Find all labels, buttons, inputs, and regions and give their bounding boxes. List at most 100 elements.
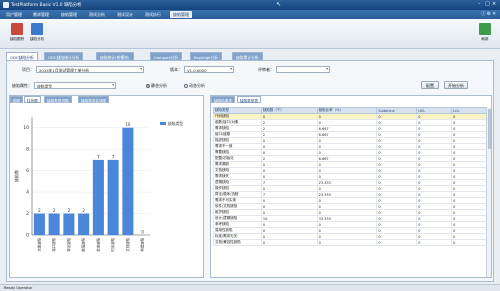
status-bar: Ready Operator [0,284,500,291]
menu-tab-test-execution[interactable]: 测试执行 [142,11,164,18]
bar [92,159,104,235]
bar-value-label: 2 [38,208,41,213]
y-tick-label: 10 [23,125,29,131]
project-label: 项目： [22,67,34,72]
chevron-down-icon: ▾ [112,83,114,87]
chevron-down-icon: ▾ [230,67,232,71]
x-tick-label: 接口缺陷 [51,237,56,251]
defect-analysis-icon [31,23,43,35]
defect-tracking-label: 缺陷跟踪 [9,37,25,41]
static-analysis-label: 静态分析 [151,83,167,88]
tab-odc-statistics[interactable]: ODC缺陷统计分析 [44,52,84,60]
tab-chart[interactable]: 图表 [10,96,24,103]
x-tick-label: 构建缺陷 [140,237,145,251]
menu-tab-requirement[interactable]: 需求管理 [30,11,52,18]
static-analysis-radio[interactable]: 静态分析 [146,83,167,89]
radio-unselected-icon [184,84,188,88]
window-title: TestPlatform Basic V1.0 缺陷分析 [11,3,82,8]
tab-odc-analysis[interactable]: ODC缺陷分析 [6,52,38,60]
legend-label: 缺陷类型 [168,121,183,126]
toolbar: 缺陷跟踪 缺陷分析 刷新 [0,19,500,49]
tab-compert[interactable]: Compert分析 [150,52,183,60]
minimize-icon[interactable]: – [478,1,481,7]
x-tick-label: 文档缺陷 [125,237,130,251]
menu-tab-user[interactable]: 用户管理 [3,11,25,18]
scrollbar-thumb[interactable] [488,109,491,149]
submitter-label: 评审者： [258,67,274,72]
tab-defect-type-pie[interactable]: 缺陷类型饼图 [44,96,72,103]
y-axis-label: 缺陷数 [13,170,19,182]
bar [63,213,75,235]
project-value: 2015年1月测试管理工单分析 [39,68,90,73]
menu-tab-defect[interactable]: 缺陷管理 [58,11,80,18]
table-cell: 0 [260,239,318,246]
tab-defect-result[interactable]: 缺陷结果表 [211,96,235,103]
bar [107,159,119,235]
defect-type-table: 缺陷类型 缺陷数（个） 缺陷比率（%） SuiteLine UCL LCL 代码… [213,107,487,246]
dynamic-analysis-radio[interactable]: 动态分析 [184,83,205,89]
bar-value-label: 2 [82,208,85,213]
table-cell: 0 [416,239,453,246]
defect-analysis-label: 缺陷分析 [29,37,45,41]
x-tick-label: 赋值缺陷 [81,237,86,251]
tab-module-statistics[interactable]: 缺陷统计(按模块) [96,52,134,60]
tab-defect-type-table[interactable]: 缺陷类型表 [237,96,261,103]
table-cell: 0 [316,239,378,246]
x-tick-label: 检查缺陷 [95,237,100,251]
start-analysis-button[interactable]: 开始分析 [444,81,468,89]
bar-value-label: 7 [97,154,100,159]
refresh-button[interactable]: 刷新 [474,22,496,46]
defect-analysis-button[interactable]: 缺陷分析 [26,22,48,46]
config-button[interactable]: 配置 [421,81,439,89]
window-help-icons[interactable]: ⓘ ⚙ ✕ [481,11,496,17]
mouse-cursor-icon: ↖ [276,1,282,8]
bar [48,213,60,235]
project-select[interactable]: 2015年1月测试管理工单分析 ▾ [36,66,144,73]
x-tick-label: 时序缺陷 [110,237,115,251]
bar-value-label: 7 [112,154,115,159]
refresh-icon [479,23,491,35]
app-icon [3,2,9,8]
bar [78,213,90,235]
tab-bar-chart[interactable]: 柱状图 [24,96,41,103]
chevron-down-icon: ▾ [140,67,142,71]
menu-tab-test-analysis[interactable]: 测试分析 [86,11,108,18]
defect-attribute-select[interactable]: 缺陷类型 ▾ [34,82,116,89]
y-tick-label: 6 [26,168,29,174]
chart-pane: 图表 柱状图 缺陷类型饼图 缺陷类型柱状图 0 2 4 6 8 10 缺陷数 2 功能缺陷 2 接口… [9,95,204,278]
table-body: 代码缺陷 0 0 0 0 0 函数/接口/对象 2 0 0 0 0 需求缺陷 2 6.667 0 0 0 接口/链路… [213,113,487,246]
defect-tracking-icon [11,23,23,35]
table-row[interactable]: 文档/兼容性缺陷 0 0 0 0 0 [213,239,487,246]
bar [122,127,134,235]
y-tick-label: 2 [26,211,29,217]
y-tick-label: 4 [26,190,29,196]
tab-rayleigh[interactable]: Rayleigh分析 [190,52,222,60]
menu-bar: 用户管理 需求管理 缺陷管理 测试分析 测试设计 测试执行 缺陷管理 ⓘ ⚙ ✕ [0,10,500,19]
bar-value-label: 0 [141,230,144,235]
submitter-select[interactable]: ▾ [276,66,330,73]
version-label: 版本： [170,67,182,72]
menu-tab-test-design[interactable]: 测试设计 [114,11,136,18]
version-select[interactable]: V1.0.0000 ▾ [184,66,234,73]
defect-attribute-label: 缺陷属性： [12,83,32,88]
table-cell: 0 [451,239,487,246]
table-cell: 0 [376,239,418,246]
bar-value-label: 2 [53,208,56,213]
maximize-icon[interactable]: □ [485,1,490,7]
tab-cumulative[interactable]: 缺陷累计分析 [232,52,263,60]
y-tick-label: 8 [26,147,29,153]
bar-value-label: 2 [68,208,71,213]
defect-type-bar-chart: 0 2 4 6 8 10 缺陷数 2 功能缺陷 2 接口缺陷 2 算法缺陷 2 赋值缺陷 7 检查缺陷 7 时序缺陷… [13,117,183,252]
analysis-tabs: ODC缺陷分析 ODC缺陷统计分析 缺陷统计(按模块) Compert分析 Ra… [6,52,494,60]
bar [33,213,45,235]
close-icon[interactable]: × [492,1,496,7]
x-tick-label: 功能缺陷 [36,237,41,251]
table-scrollbar[interactable] [486,107,491,277]
defect-tracking-button[interactable]: 缺陷跟踪 [6,22,28,46]
menu-tab-defect-management[interactable]: 缺陷管理 [170,11,192,18]
y-tick-label: 0 [26,233,29,239]
refresh-label: 刷新 [481,37,489,41]
radio-selected-icon [146,84,150,88]
tab-defect-type-bar[interactable]: 缺陷类型柱状图 [78,96,110,103]
bar-value-label: 10 [125,122,131,127]
